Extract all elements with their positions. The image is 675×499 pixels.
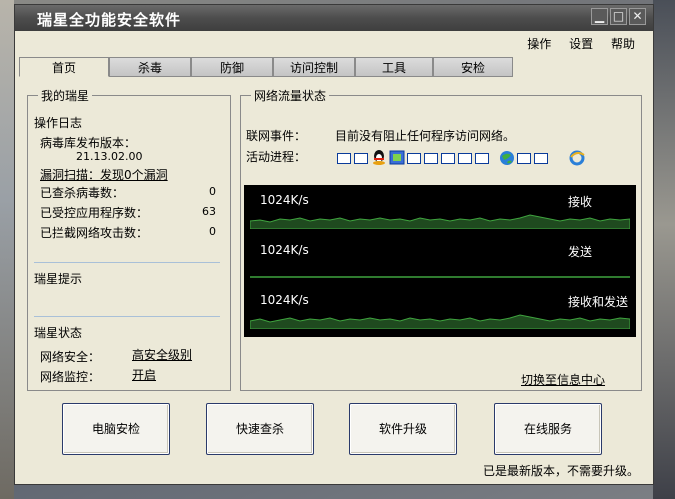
process-icon[interactable] bbox=[475, 153, 489, 164]
net-security-label: 网络安全： bbox=[40, 350, 101, 364]
traffic-graph-panel: 1024K/s 接收 1024K/s 发送 1024K/s 接收和发送 bbox=[244, 185, 636, 337]
network-monitor-icon[interactable] bbox=[389, 150, 405, 165]
switch-info-center-link[interactable]: 切换至信息中心 bbox=[521, 371, 605, 388]
net-event-label: 联网事件： bbox=[246, 129, 307, 143]
tab-antivirus[interactable]: 杀毒 bbox=[109, 57, 191, 77]
process-icon[interactable] bbox=[458, 153, 472, 164]
online-service-button[interactable]: 在线服务 bbox=[494, 403, 602, 455]
tab-defense[interactable]: 防御 bbox=[191, 57, 273, 77]
process-icon[interactable] bbox=[441, 153, 455, 164]
minimize-button[interactable]: ▁ bbox=[591, 8, 608, 25]
active-process-label: 活动进程： bbox=[246, 150, 307, 164]
pc-check-button[interactable]: 电脑安检 bbox=[62, 403, 170, 455]
stat-value-attacks: 0 bbox=[209, 225, 216, 238]
tab-access-control[interactable]: 访问控制 bbox=[273, 57, 355, 77]
quick-scan-button[interactable]: 快速查杀 bbox=[206, 403, 314, 455]
ie-browser-icon[interactable] bbox=[569, 150, 585, 166]
close-button[interactable]: ✕ bbox=[629, 8, 646, 25]
tab-home[interactable]: 首页 bbox=[19, 57, 109, 77]
virus-db-label: 病毒库发布版本： bbox=[40, 136, 137, 150]
net-monitor-link[interactable]: 开启 bbox=[132, 366, 156, 383]
process-icon[interactable] bbox=[517, 153, 531, 164]
software-update-button[interactable]: 软件升级 bbox=[349, 403, 457, 455]
separator bbox=[34, 262, 220, 263]
process-icon[interactable] bbox=[424, 153, 438, 164]
total-label: 接收和发送 bbox=[567, 295, 628, 309]
stat-value-apps: 63 bbox=[202, 205, 216, 218]
process-icon[interactable] bbox=[534, 153, 548, 164]
network-status-title: 网络流量状态 bbox=[251, 87, 330, 104]
process-icon[interactable] bbox=[337, 153, 351, 164]
process-icon[interactable] bbox=[407, 153, 421, 164]
send-scale: 1024K/s bbox=[260, 243, 309, 257]
separator bbox=[34, 316, 220, 317]
update-status-text: 已是最新版本，不需要升级。 bbox=[482, 464, 639, 478]
maximize-button[interactable]: □ bbox=[610, 8, 627, 25]
desktop-background-right bbox=[653, 0, 675, 499]
my-rising-title: 我的瑞星 bbox=[38, 87, 93, 104]
stat-label-apps: 已受控应用程序数： bbox=[40, 206, 149, 220]
receive-scale: 1024K/s bbox=[260, 193, 309, 207]
log-title: 操作日志 bbox=[34, 116, 83, 130]
process-icon[interactable] bbox=[354, 153, 368, 164]
net-monitor-label: 网络监控： bbox=[40, 370, 101, 384]
status-title: 瑞星状态 bbox=[34, 326, 83, 340]
tab-tools[interactable]: 工具 bbox=[355, 57, 433, 77]
stat-value-viruses: 0 bbox=[209, 185, 216, 198]
globe-icon[interactable] bbox=[499, 150, 515, 166]
title-bar[interactable]: 瑞星全功能安全软件 ▁ □ ✕ bbox=[15, 5, 653, 31]
stat-label-attacks: 已拦截网络攻击数： bbox=[40, 226, 149, 240]
menu-settings[interactable]: 设置 bbox=[569, 37, 593, 51]
menu-help[interactable]: 帮助 bbox=[611, 37, 635, 51]
qq-penguin-icon[interactable] bbox=[371, 149, 387, 165]
send-label: 发送 bbox=[567, 245, 592, 259]
main-window: 瑞星全功能安全软件 ▁ □ ✕ 操作 设置 帮助 首页 杀毒 防御 访问控制 工… bbox=[14, 4, 654, 485]
receive-label: 接收 bbox=[567, 195, 592, 209]
total-scale: 1024K/s bbox=[260, 293, 309, 307]
menu-operate[interactable]: 操作 bbox=[527, 37, 551, 51]
net-event-value: 目前没有阻止任何程序访问网络。 bbox=[335, 129, 516, 143]
menu-bar: 操作 设置 帮助 bbox=[513, 35, 635, 52]
window-title: 瑞星全功能安全软件 bbox=[37, 11, 182, 29]
tips-title: 瑞星提示 bbox=[34, 272, 83, 286]
net-security-link[interactable]: 高安全级别 bbox=[132, 346, 192, 363]
desktop-background-left bbox=[0, 0, 14, 499]
my-rising-group: 我的瑞星 操作日志 病毒库发布版本： 21.13.02.00 漏洞扫描：发现0个… bbox=[27, 87, 231, 391]
stat-label-viruses: 已查杀病毒数： bbox=[40, 186, 125, 200]
virus-db-version: 21.13.02.00 bbox=[76, 150, 143, 163]
tab-security-check[interactable]: 安检 bbox=[433, 57, 513, 77]
vuln-scan-link[interactable]: 漏洞扫描：发现0个漏洞 bbox=[40, 166, 168, 183]
tab-bar: 首页 杀毒 防御 访问控制 工具 安检 bbox=[19, 57, 513, 77]
